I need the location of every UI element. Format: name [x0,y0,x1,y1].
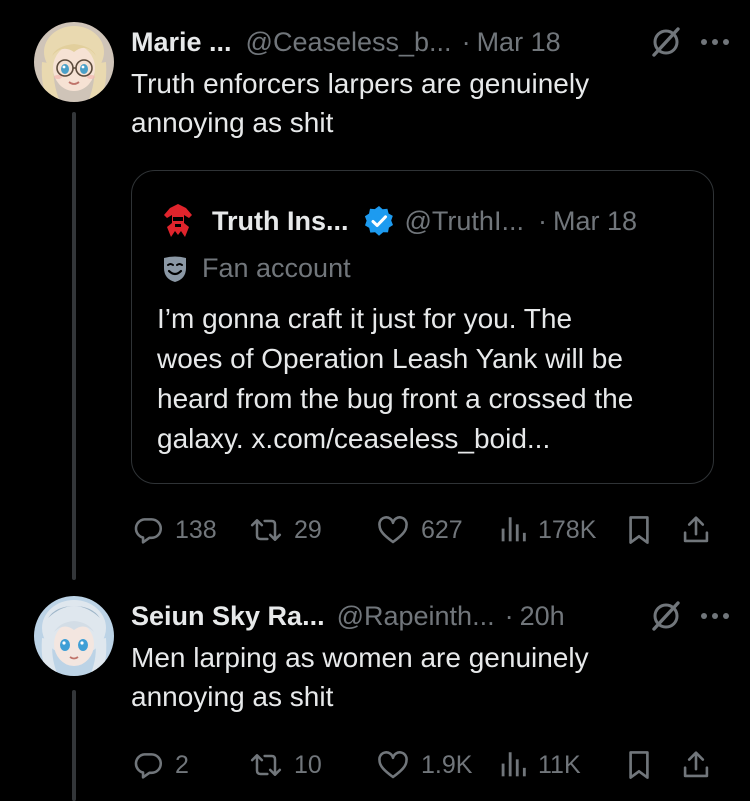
post-text-line: annoying as shit [131,107,334,138]
fan-account-text: Fan account [202,253,351,283]
share-button[interactable] [681,745,711,785]
fan-account-mask-icon [162,255,188,283]
reply-button[interactable]: 2 [131,745,189,785]
separator: · [537,205,547,236]
bookmark-button[interactable] [625,510,653,550]
like-icon [378,516,408,544]
quoted-text-line: woes of Operation Leash Yank will be [157,343,623,374]
reply-count: 2 [175,750,189,779]
like-count: 1.9K [421,750,473,779]
repost-button[interactable]: 10 [248,745,322,785]
timestamp[interactable]: 20h [520,596,565,636]
repost-button[interactable]: 29 [248,510,322,550]
more-icon[interactable] [700,612,730,620]
bookmark-icon [629,516,649,544]
quoted-post-card[interactable]: Truth Ins... @TruthI... · Mar 18 Fan acc… [131,170,714,484]
bookmark-button[interactable] [625,745,653,785]
quoted-post-text: I’m gonna craft it just for you. The woe… [157,299,695,459]
post-text: Men larping as women are genuinely annoy… [131,638,730,716]
avatar[interactable] [34,596,114,676]
share-button[interactable] [681,510,711,550]
thread-line-top [72,112,76,580]
post: Seiun Sky Ra... @Rapeinth... · 20h Men l… [131,596,730,716]
display-name[interactable]: Marie ... [131,22,232,62]
quoted-text-line: heard from the bug front a crossed the [157,383,634,414]
share-icon [683,751,709,778]
post-actions: 2 10 1.9K 11K [131,745,713,785]
views-icon [501,517,526,542]
like-icon [378,751,408,779]
post-text: Truth enforcers larpers are genuinely an… [131,64,730,142]
views-icon [501,752,526,777]
truth-logo-icon [164,204,192,237]
thread-line-bottom [72,690,76,801]
repost-count: 10 [294,750,322,779]
post-header: Seiun Sky Ra... @Rapeinth... · 20h [131,596,730,636]
quoted-timestamp[interactable]: Mar 18 [553,206,637,237]
user-handle[interactable]: @Ceaseless_b... [246,22,452,62]
repost-icon [250,754,282,776]
post-text-line: Men larping as women are genuinely [131,642,589,673]
post-text-line: annoying as shit [131,681,334,712]
timestamp[interactable]: Mar 18 [477,22,561,62]
repost-icon [250,519,282,541]
post-actions: 138 29 627 178K [131,510,713,550]
like-button[interactable]: 1.9K [375,745,472,785]
post: Marie ... @Ceaseless_b... · Mar 18 Truth… [131,22,730,142]
display-name[interactable]: Seiun Sky Ra... [131,596,325,636]
views-button[interactable]: 11K [498,745,581,785]
verified-badge-icon [363,205,395,237]
post-text-line: Truth enforcers larpers are genuinely [131,68,590,99]
reply-button[interactable]: 138 [131,510,217,550]
reply-icon [134,518,163,544]
quoted-text-line: galaxy. x.com/ceaseless_boid... [157,423,551,454]
fan-account-label: Fan account [162,253,351,284]
quoted-display-name[interactable]: Truth Ins... [212,206,349,237]
avatar[interactable] [34,22,114,102]
repost-count: 29 [294,515,322,544]
grok-icon[interactable] [650,600,682,632]
like-button[interactable]: 627 [375,510,463,550]
like-count: 627 [421,515,463,544]
bookmark-icon [629,751,649,779]
more-icon[interactable] [700,38,730,46]
grok-icon[interactable] [650,26,682,58]
quoted-text-line: I’m gonna craft it just for you. The [157,303,573,334]
separator: · [461,27,471,57]
share-icon [683,516,709,543]
post-header: Marie ... @Ceaseless_b... · Mar 18 [131,22,730,62]
quoted-post-header: Truth Ins... @TruthI... · Mar 18 [162,201,689,241]
views-count: 11K [538,750,581,779]
separator: · [504,601,514,631]
quoted-user-handle[interactable]: @TruthI... [405,206,524,237]
views-count: 178K [538,515,597,544]
views-button[interactable]: 178K [498,510,596,550]
reply-icon [134,753,163,779]
user-handle[interactable]: @Rapeinth... [337,596,495,636]
reply-count: 138 [175,515,217,544]
